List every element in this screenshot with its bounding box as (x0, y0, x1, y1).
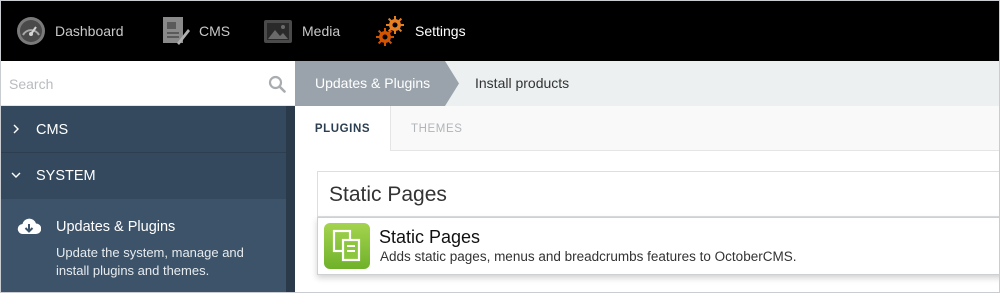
sidebar-search (1, 61, 295, 106)
breadcrumb-label-updates-plugins: Updates & Plugins (315, 75, 431, 91)
sidebar-group-cms[interactable]: CMS (1, 107, 295, 153)
sidebar-item-description: Update the system, manage and install pl… (56, 245, 244, 278)
nav-item-media[interactable]: Media (262, 1, 340, 61)
sidebar-group-label-cms: CMS (36, 122, 69, 138)
result-title: Static Pages (379, 227, 481, 247)
cloud-download-icon (17, 218, 41, 235)
search-input[interactable] (9, 73, 249, 95)
static-pages-plugin-icon (324, 223, 370, 269)
breadcrumb-current: Install products (475, 75, 570, 91)
breadcrumb-item-updates-plugins[interactable]: Updates & Plugins (295, 61, 460, 106)
product-search-input[interactable]: Static Pages (317, 171, 999, 217)
breadcrumb: Updates & Plugins Install products (295, 61, 999, 106)
sidebar-item-title: Updates & Plugins (56, 219, 176, 235)
sidebar-group-label-system: SYSTEM (36, 168, 96, 184)
sidebar-group-system[interactable]: SYSTEM (1, 153, 295, 199)
result-description: Adds static pages, menus and breadcrumbs… (380, 249, 797, 264)
nav-label-dashboard: Dashboard (55, 23, 124, 39)
cms-document-icon (163, 17, 190, 45)
app-window: Dashboard CMS Media Settings Search CMS … (1, 1, 999, 292)
search-icon[interactable] (268, 75, 286, 93)
sidebar-scrollbar[interactable] (286, 106, 295, 292)
chevron-right-icon (13, 124, 19, 134)
product-search-value: Static Pages (329, 183, 447, 206)
dashboard-gauge-icon (17, 17, 45, 45)
nav-item-cms[interactable]: CMS (159, 1, 230, 61)
sidebar: CMS SYSTEM Updates & Plugins Update the … (1, 61, 295, 292)
media-image-icon (264, 20, 292, 43)
nav-item-dashboard[interactable]: Dashboard (15, 1, 124, 61)
tab-bar: PLUGINS THEMES (295, 106, 999, 152)
tab-themes[interactable]: THEMES (411, 106, 463, 151)
sidebar-item-updates-plugins[interactable]: Updates & Plugins Update the system, man… (1, 199, 286, 292)
main-content: Static Pages Static Pages Adds static pa… (295, 151, 999, 292)
nav-label-settings: Settings (415, 23, 466, 39)
search-result-item[interactable]: Static Pages Adds static pages, menus an… (317, 217, 999, 275)
nav-label-media: Media (302, 23, 341, 39)
chevron-down-icon (11, 172, 21, 178)
top-navigation: Dashboard CMS Media Settings (1, 1, 999, 61)
nav-item-settings[interactable]: Settings (375, 1, 466, 61)
settings-gears-icon (376, 16, 404, 46)
nav-label-cms: CMS (199, 23, 231, 39)
tab-plugins[interactable]: PLUGINS (295, 106, 391, 152)
